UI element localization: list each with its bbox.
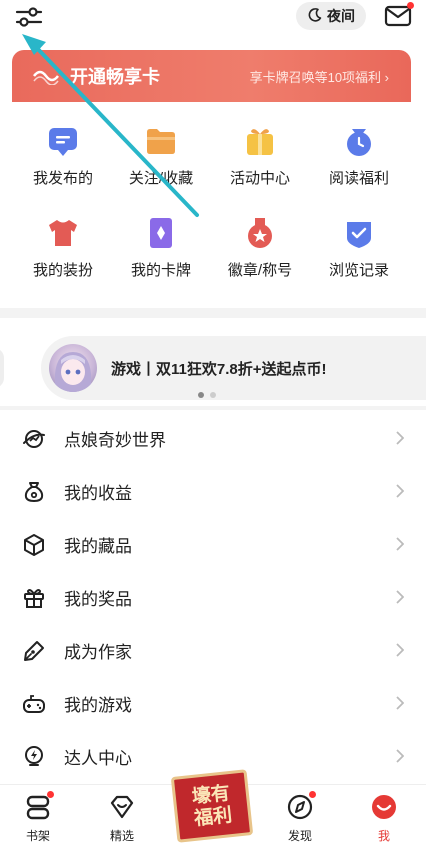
promo-carousel: 游戏丨双11狂欢7.8折+送起点币! bbox=[0, 318, 426, 406]
night-mode-label: 夜间 bbox=[327, 8, 355, 24]
grid-item-follow-collect[interactable]: 关注/收藏 bbox=[113, 124, 209, 204]
promo-avatar-image bbox=[49, 344, 97, 392]
chevron-right-icon bbox=[396, 484, 404, 498]
tab-label: 精选 bbox=[109, 829, 134, 843]
gift-icon bbox=[24, 588, 44, 608]
bolt-badge-icon bbox=[25, 745, 43, 766]
carousel-dots bbox=[198, 392, 216, 398]
carousel-dot-active bbox=[198, 392, 204, 398]
chevron-right-icon bbox=[396, 537, 404, 551]
promo-banner[interactable]: 游戏丨双11狂欢7.8折+送起点币! bbox=[41, 336, 426, 400]
clock-bag-icon bbox=[347, 129, 371, 156]
menu-label: 达人中心 bbox=[64, 749, 132, 768]
rich-welfare-badge[interactable]: 壕有 福利 bbox=[170, 769, 254, 843]
shield-check-icon bbox=[347, 222, 371, 248]
feature-grid: 我发布的 关注/收藏 活动中心 阅读福利 我的装扮 我的卡牌 徽章/称号 浏览记… bbox=[0, 102, 426, 308]
settings-icon[interactable] bbox=[14, 4, 44, 30]
gift-box-icon bbox=[247, 129, 273, 155]
grid-item-my-posts[interactable]: 我发布的 bbox=[15, 124, 111, 204]
badge-line-2: 福利 bbox=[193, 804, 234, 830]
menu-item-my-games[interactable]: 我的游戏 bbox=[0, 677, 426, 730]
grid-label: 我的卡牌 bbox=[130, 262, 191, 279]
menu-item-wonder-world[interactable]: 点娘奇妙世界 bbox=[0, 412, 426, 465]
bookshelf-icon bbox=[24, 791, 54, 821]
menu-list: 点娘奇妙世界 我的收益 我的藏品 我的奖品 成为作家 我的游戏 达人中心 bbox=[0, 410, 426, 784]
money-bag-icon bbox=[24, 481, 44, 502]
menu-label: 我的收益 bbox=[64, 484, 132, 503]
tab-red-dot bbox=[47, 791, 54, 798]
tab-label: 我 bbox=[377, 829, 390, 843]
tab-featured[interactable]: 精选 bbox=[92, 793, 152, 845]
diamond-icon bbox=[108, 793, 136, 821]
promo-text: 游戏丨双11狂欢7.8折+送起点币! bbox=[111, 360, 327, 378]
menu-item-become-writer[interactable]: 成为作家 bbox=[0, 624, 426, 677]
grid-item-my-outfits[interactable]: 我的装扮 bbox=[15, 216, 111, 296]
grid-item-reading-rewards[interactable]: 阅读福利 bbox=[311, 124, 407, 204]
menu-item-my-earnings[interactable]: 我的收益 bbox=[0, 465, 426, 518]
menu-label: 成为作家 bbox=[64, 643, 132, 662]
unread-dot bbox=[407, 2, 414, 9]
menu-item-my-prizes[interactable]: 我的奖品 bbox=[0, 571, 426, 624]
tab-label: 发现 bbox=[287, 829, 312, 843]
night-mode-button[interactable]: 夜间 bbox=[296, 2, 366, 30]
card-icon bbox=[150, 218, 172, 248]
chevron-right-icon bbox=[396, 590, 404, 604]
tab-me[interactable]: 我 bbox=[354, 793, 414, 845]
tab-label: 书架 bbox=[25, 829, 50, 843]
gamepad-icon bbox=[23, 694, 45, 713]
carousel-prev-peek bbox=[0, 348, 4, 388]
menu-label: 点娘奇妙世界 bbox=[64, 431, 166, 450]
chevron-right-icon bbox=[396, 696, 404, 710]
vip-title: 开通畅享卡 bbox=[70, 67, 160, 87]
moon-icon bbox=[307, 7, 323, 26]
grid-label: 活动中心 bbox=[229, 170, 290, 187]
posts-icon bbox=[49, 128, 77, 156]
grid-label: 徽章/称号 bbox=[227, 262, 293, 279]
grid-label: 浏览记录 bbox=[328, 262, 389, 279]
pen-icon bbox=[24, 640, 44, 661]
menu-label: 我的游戏 bbox=[64, 696, 132, 715]
mail-icon[interactable] bbox=[384, 2, 414, 28]
chevron-right-icon bbox=[396, 643, 404, 657]
vip-subtitle[interactable]: 享卡牌召唤等10项福利 › bbox=[250, 67, 389, 86]
grid-label: 我发布的 bbox=[32, 170, 93, 187]
folder-icon bbox=[147, 129, 175, 154]
grid-item-my-cards[interactable]: 我的卡牌 bbox=[113, 216, 209, 296]
grid-label: 关注/收藏 bbox=[128, 170, 194, 187]
vip-card-icon bbox=[33, 70, 59, 85]
top-bar: 夜间 bbox=[0, 0, 426, 40]
menu-label: 我的藏品 bbox=[64, 537, 132, 556]
smile-face-icon bbox=[370, 793, 398, 821]
grid-label: 阅读福利 bbox=[328, 170, 389, 187]
grid-item-badges-titles[interactable]: 徽章/称号 bbox=[212, 216, 308, 296]
menu-item-my-collections[interactable]: 我的藏品 bbox=[0, 518, 426, 571]
tab-red-dot bbox=[309, 791, 316, 798]
cube-icon bbox=[24, 533, 44, 556]
chevron-right-icon bbox=[396, 749, 404, 763]
vip-banner-area: 开通畅享卡 享卡牌召唤等10项福利 › bbox=[0, 40, 426, 102]
grid-item-browse-history[interactable]: 浏览记录 bbox=[311, 216, 407, 296]
chevron-right-icon bbox=[396, 431, 404, 445]
vip-banner[interactable]: 开通畅享卡 享卡牌召唤等10项福利 › bbox=[12, 50, 411, 102]
bottom-tab-bar: 书架 精选 壕有 福利 发现 我 bbox=[0, 769, 426, 851]
menu-label: 我的奖品 bbox=[64, 590, 132, 609]
carousel-dot bbox=[210, 392, 216, 398]
medal-icon bbox=[248, 218, 272, 248]
tab-bookshelf[interactable]: 书架 bbox=[8, 791, 68, 845]
compass-icon bbox=[286, 791, 316, 821]
tshirt-icon bbox=[49, 220, 77, 246]
grid-item-activity-center[interactable]: 活动中心 bbox=[212, 124, 308, 204]
tab-discover[interactable]: 发现 bbox=[270, 791, 330, 845]
planet-icon bbox=[23, 429, 45, 448]
grid-label: 我的装扮 bbox=[32, 262, 93, 279]
